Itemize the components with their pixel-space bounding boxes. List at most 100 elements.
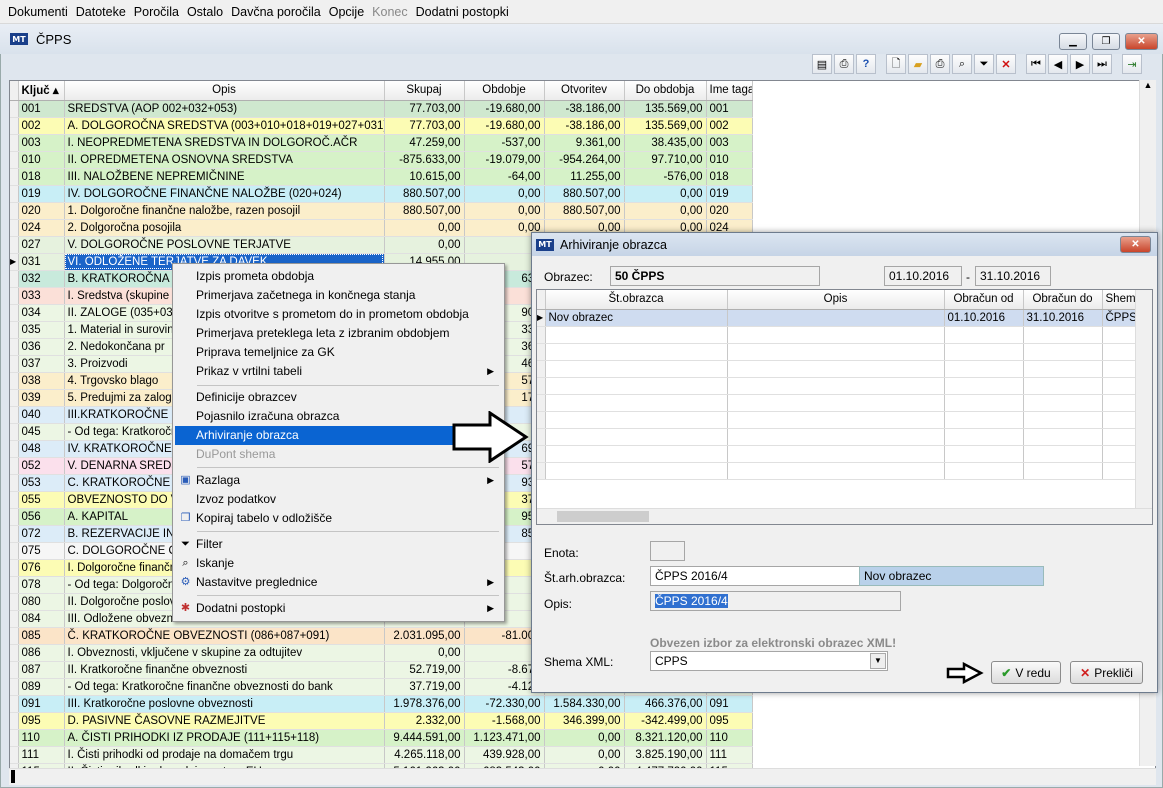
first-record-icon[interactable]: ⏮ xyxy=(1026,54,1046,74)
menu-filter[interactable]: ⏷ Filter xyxy=(175,535,502,554)
grid-horizontal-scrollbar[interactable] xyxy=(9,768,1156,785)
table-row[interactable]: 019 IV. DOLGOROČNE FINANČNE NALOŽBE (020+… xyxy=(10,185,753,203)
dialog-close-button[interactable]: ✕ xyxy=(1120,236,1151,253)
table-row[interactable]: ▶ Nov obrazec 01.10.2016 31.10.2016 ČPPS xyxy=(537,309,1138,327)
help-icon[interactable]: ? xyxy=(856,54,876,74)
col-header-shema[interactable]: Shema xyxy=(1102,290,1138,310)
menu-iskanje[interactable]: ⌕ Iskanje xyxy=(175,554,502,573)
cell-opis: III. Kratkoročne poslovne obveznosti xyxy=(64,695,385,713)
table-row[interactable]: 010 II. OPREDMETENA OSNOVNA SREDSTVA -875.… xyxy=(10,151,753,169)
restore-button[interactable]: ❐ xyxy=(1092,33,1120,50)
menu-datoteke[interactable]: Datoteke xyxy=(72,5,130,19)
col-header-opis[interactable]: Opis xyxy=(64,81,385,101)
col-header-kljuc[interactable]: Ključ ▴ xyxy=(18,81,65,101)
cell-k: 052 xyxy=(18,457,65,475)
menu-vrtilna-tabela[interactable]: Prikaz v vrtilni tabeli ▶ xyxy=(175,362,502,381)
table-row[interactable]: 020 1. Dolgoročne finančne naložbe, raze… xyxy=(10,202,753,220)
cell-opis: V. DOLGOROČNE POSLOVNE TERJATVE xyxy=(64,236,385,254)
dialog-horizontal-scrollbar[interactable] xyxy=(537,508,1152,524)
menu-opcije[interactable]: Opcije xyxy=(325,5,368,19)
pointer-arrow-icon xyxy=(946,662,984,684)
shema-xml-label: Shema XML: xyxy=(544,655,614,669)
menu-priprava-temeljnice[interactable]: Priprava temeljnice za GK xyxy=(175,343,502,362)
cell-o: -19.680,00 xyxy=(464,117,545,135)
minimize-button[interactable]: ▁ xyxy=(1059,33,1087,50)
row-indicator xyxy=(10,695,19,713)
cell-t: 020 xyxy=(706,202,753,220)
cell-opis: II. Kratkoročne finančne obveznosti xyxy=(64,661,385,679)
menu-konec[interactable]: Konec xyxy=(368,5,411,19)
menu-davcna-porocila[interactable]: Davčna poročila xyxy=(227,5,325,19)
archive-dialog: MT Arhiviranje obrazca ✕ Obrazec: 50 ČPP… xyxy=(531,232,1158,693)
cell-ot: -38.186,00 xyxy=(544,100,625,118)
menu-dodatni-postopki[interactable]: ✱ Dodatni postopki ▶ xyxy=(175,599,502,618)
report-icon[interactable]: ▤ xyxy=(812,54,832,74)
table-row[interactable]: 095 D. PASIVNE ČASOVNE RAZMEJITVE 2.332,00… xyxy=(10,712,753,730)
row-indicator xyxy=(10,117,19,135)
last-record-icon[interactable]: ⏭ xyxy=(1092,54,1112,74)
main-menubar: Dokumenti Datoteke Poročila Ostalo Davčn… xyxy=(0,0,1163,24)
export-icon[interactable]: ⎙ xyxy=(834,54,854,74)
col-header-skupaj[interactable]: Skupaj xyxy=(384,81,465,101)
arrow-annotation-icon xyxy=(452,411,529,463)
table-row[interactable]: 001 SREDSTVA (AOP 002+032+053) 77.703,00 -1… xyxy=(10,100,753,118)
col-header-obdobje[interactable]: Obdobje xyxy=(464,81,545,101)
dialog-vertical-scrollbar[interactable] xyxy=(1135,290,1152,508)
cell-k: 038 xyxy=(18,372,65,390)
col-header-obracun-do[interactable]: Obračun do xyxy=(1023,290,1103,310)
table-row[interactable]: 018 III. NALOŽBENE NEPREMIČNINE 10.615,00-… xyxy=(10,168,753,186)
menu-nastavitve-preglednice[interactable]: ⚙ Nastavitve preglednice ▶ xyxy=(175,573,502,592)
row-indicator xyxy=(10,644,19,662)
menu-dokumenti[interactable]: Dokumenti xyxy=(4,5,72,19)
filter-icon[interactable]: ⏷ xyxy=(974,54,994,74)
exit-icon[interactable]: ⇥ xyxy=(1122,54,1142,74)
cell-o: -72.330,00 xyxy=(464,695,545,713)
menu-porocila[interactable]: Poročila xyxy=(130,5,183,19)
menu-definicije-obrazcev[interactable]: Definicije obrazcev xyxy=(175,388,502,407)
menu-dodatni-postopki[interactable]: Dodatni postopki xyxy=(412,5,513,19)
col-header-st-obrazca[interactable]: Št.obrazca xyxy=(545,290,728,310)
scroll-up-icon[interactable]: ▲ xyxy=(1140,80,1156,90)
menu-izpis-otvoritve[interactable]: Izpis otvoritve s prometom do in prometo… xyxy=(175,305,502,324)
col-header-opis[interactable]: Opis xyxy=(727,290,945,310)
menu-kopiraj-tabelo[interactable]: ❐ Kopiraj tabelo v odložišče xyxy=(175,509,502,528)
prev-record-icon[interactable]: ◀ xyxy=(1048,54,1068,74)
print-icon[interactable]: ⎙ xyxy=(930,54,950,74)
archive-grid[interactable]: Št.obrazca Opis Obračun od Obračun do Sh… xyxy=(536,289,1153,525)
table-row[interactable]: 111 I. Čisti prihodki od prodaje na domač… xyxy=(10,746,753,764)
cell-k: 078 xyxy=(18,576,65,594)
row-indicator xyxy=(10,593,19,611)
col-header-ime-taga[interactable]: Ime taga xyxy=(706,81,753,101)
menu-primerjava-stanja[interactable]: Primerjava začetnega in končnega stanja xyxy=(175,286,502,305)
submenu-arrow-icon: ▶ xyxy=(487,366,494,376)
window-title: ČPPS xyxy=(36,31,72,47)
menu-razlaga[interactable]: ▣ Razlaga ▶ xyxy=(175,471,502,490)
close-button[interactable]: ✕ xyxy=(1125,33,1158,50)
menu-primerjava-leta[interactable]: Primerjava preteklega leta z izbranim ob… xyxy=(175,324,502,343)
obrazec-field: 50 ČPPS xyxy=(610,266,820,286)
col-header-do-obdobja[interactable]: Do obdobja xyxy=(624,81,707,101)
table-row[interactable]: 110 A. ČISTI PRIHODKI IZ PRODAJE (111+115… xyxy=(10,729,753,747)
col-header-obracun-od[interactable]: Obračun od xyxy=(944,290,1024,310)
table-row[interactable]: 002 A. DOLGOROČNA SREDSTVA (003+010+018+0… xyxy=(10,117,753,135)
st-arh-obrazca-field[interactable]: ČPPS 2016/4 xyxy=(650,566,860,586)
row-indicator xyxy=(10,185,19,203)
search-icon[interactable]: ⌕ xyxy=(952,54,972,74)
menu-ostalo[interactable]: Ostalo xyxy=(183,5,227,19)
shema-xml-select[interactable]: CPPS ▼ xyxy=(650,651,888,671)
cell-k: 039 xyxy=(18,389,65,407)
chevron-down-icon[interactable]: ▼ xyxy=(870,653,886,669)
cancel-button[interactable]: ✕ Prekliči xyxy=(1070,661,1143,684)
next-record-icon[interactable]: ▶ xyxy=(1070,54,1090,74)
ok-button[interactable]: ✔ V redu xyxy=(991,661,1061,684)
menu-izvoz-podatkov[interactable]: Izvoz podatkov xyxy=(175,490,502,509)
enota-field[interactable] xyxy=(650,541,685,561)
clear-filter-icon[interactable]: ✕ xyxy=(996,54,1016,74)
table-row[interactable]: 003 I. NEOPREDMETENA SREDSTVA IN DOLGOROČ… xyxy=(10,134,753,152)
menu-izpis-prometa[interactable]: Izpis prometa obdobja xyxy=(175,267,502,286)
table-row[interactable]: 091 III. Kratkoročne poslovne obveznosti 1… xyxy=(10,695,753,713)
open-folder-icon[interactable]: ▰ xyxy=(908,54,928,74)
opis-field[interactable]: ČPPS 2016/4 xyxy=(650,591,901,611)
col-header-otvoritev[interactable]: Otvoritev xyxy=(544,81,625,101)
new-document-icon[interactable]: 🗋 xyxy=(886,54,906,74)
